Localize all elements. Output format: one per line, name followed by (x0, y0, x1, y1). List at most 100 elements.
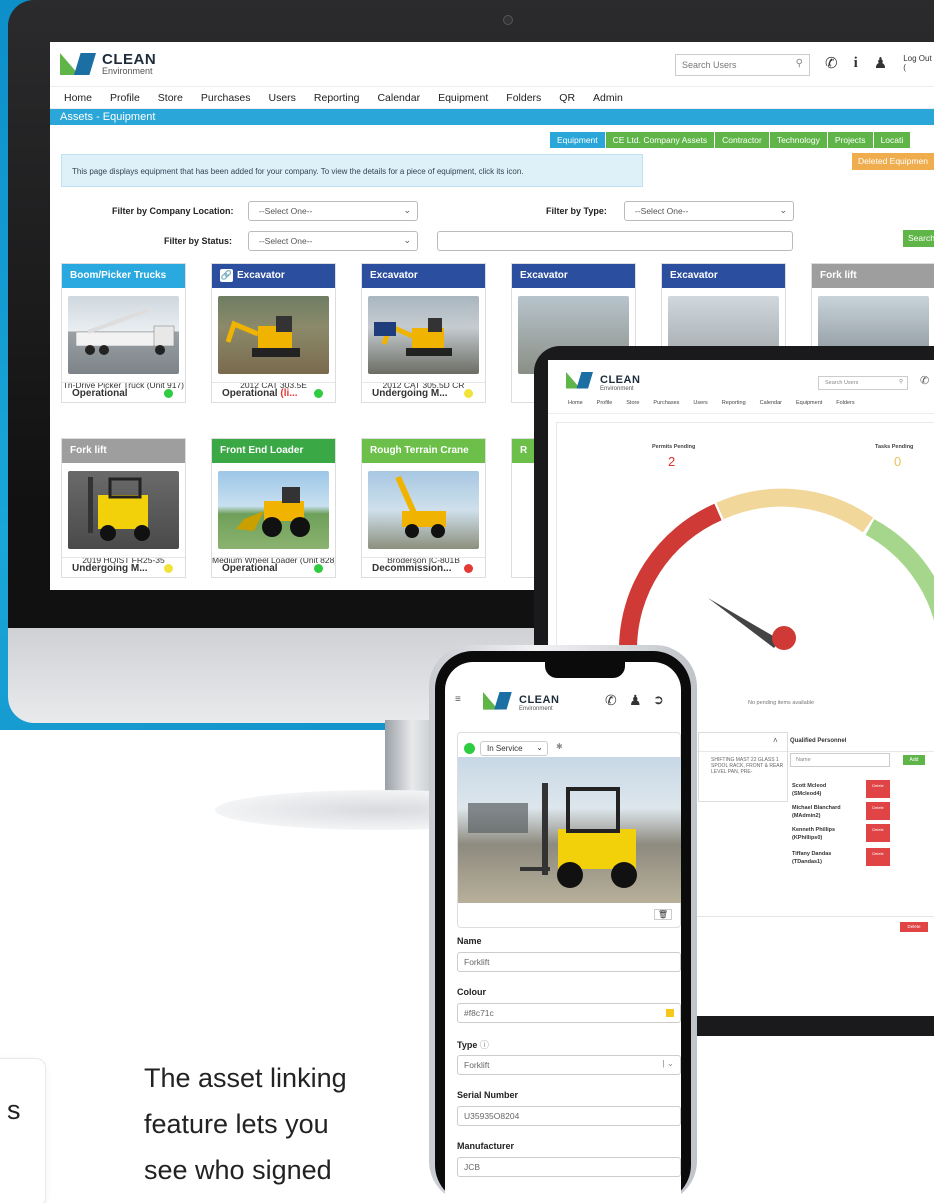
nav-profile[interactable]: Profile (110, 92, 140, 104)
name-input[interactable]: Name (790, 753, 890, 767)
settings-icon[interactable]: ✱ (556, 742, 563, 751)
user-icon[interactable]: ♟ (629, 692, 642, 709)
logo-title: CLEAN (600, 373, 641, 386)
nav-users[interactable]: Users (269, 92, 296, 104)
name-value: Forklift (464, 957, 490, 967)
equipment-card[interactable]: 🔗 Excavator 2012 CAT 303.5E Operational (… (211, 263, 336, 403)
name-input[interactable]: Forklift (457, 952, 681, 972)
colour-swatch[interactable] (666, 1009, 674, 1017)
nav-calendar[interactable]: Calendar (377, 92, 420, 104)
logout-icon[interactable]: ➲ (653, 692, 664, 708)
remove-personnel-button[interactable]: Delete (866, 848, 890, 866)
add-personnel-button[interactable]: Add (903, 755, 925, 765)
filter-location-select[interactable]: --Select One-- ⌄ (248, 201, 418, 221)
card-status: Undergoing M... (62, 557, 185, 579)
search-icon[interactable]: ⚲ (899, 379, 903, 385)
nav-reporting[interactable]: Reporting (314, 92, 360, 104)
status-dot-icon (314, 564, 323, 573)
search-icon[interactable]: ⚲ (796, 58, 803, 69)
tab-contractor[interactable]: Contractor (715, 132, 770, 148)
tab-locations[interactable]: Locati (873, 132, 912, 148)
info-icon[interactable]: i (854, 55, 858, 72)
nav-store[interactable]: Store (626, 400, 639, 413)
tablet-header: CLEAN Environment Search Users ⚲ ✆ (548, 360, 934, 400)
feature-caption: The asset linking feature lets you see w… (144, 1055, 347, 1193)
card-header: Boom/Picker Trucks (62, 264, 185, 288)
search-users-input[interactable]: Search Users ⚲ (675, 54, 810, 76)
clean-logo[interactable]: CLEAN Environment (60, 52, 156, 76)
nav-equipment[interactable]: Equipment (796, 400, 822, 413)
status-dot-icon (464, 743, 475, 754)
card-status: Operational (62, 382, 185, 404)
remove-personnel-button[interactable]: Delete (866, 802, 890, 820)
phone-icon[interactable]: ✆ (825, 54, 838, 72)
nav-admin[interactable]: Admin (593, 92, 623, 104)
nav-home[interactable]: Home (568, 400, 583, 413)
search-button[interactable]: Search (903, 230, 934, 247)
type-select[interactable]: Forklift | ⌄ (457, 1055, 681, 1075)
logout-link[interactable]: Log Out ( (903, 54, 934, 72)
delete-button[interactable]: Delete (900, 922, 928, 932)
equipment-card[interactable]: Front End Loader Medium Wheel Loader (Un… (211, 438, 336, 578)
select-value: --Select One-- (635, 206, 689, 216)
nav-purchases[interactable]: Purchases (653, 400, 679, 413)
search-users-input[interactable]: Search Users ⚲ (818, 376, 908, 390)
delete-image-icon[interactable]: 🗑 (653, 909, 672, 920)
status-dot-icon (464, 389, 473, 398)
nav-profile[interactable]: Profile (597, 400, 613, 413)
clean-logo[interactable]: CLEAN Environment (566, 372, 640, 394)
nav-users[interactable]: Users (693, 400, 707, 413)
caption-line: The asset linking (144, 1063, 347, 1093)
equipment-card[interactable]: Boom/Picker Trucks Tri-Drive Picker Truc… (61, 263, 186, 403)
type-value: Forklift (464, 1060, 490, 1070)
phone-icon[interactable]: ✆ (920, 374, 929, 387)
nav-home[interactable]: Home (64, 92, 92, 104)
excavator-icon (225, 316, 300, 357)
nav-purchases[interactable]: Purchases (201, 92, 251, 104)
user-icon[interactable]: ♟ (874, 54, 887, 72)
tablet-nav: Home Profile Store Purchases Users Repor… (548, 400, 934, 414)
hamburger-menu-icon[interactable]: ≡ (455, 694, 461, 705)
tab-technology[interactable]: Technology (769, 132, 828, 148)
nav-reporting[interactable]: Reporting (722, 400, 746, 413)
tasks-pending-label: Tasks Pending (875, 444, 914, 450)
logo-title: CLEAN (102, 51, 157, 68)
link-icon[interactable]: 🔗 (220, 268, 233, 282)
nav-folders[interactable]: Folders (506, 92, 541, 104)
permits-pending-label: Permits Pending (652, 444, 696, 450)
tab-company-assets[interactable]: CE Ltd. Company Assets (605, 132, 716, 148)
equipment-card[interactable]: Excavator 2012 CAT 305.5D CR Undergoing … (361, 263, 486, 403)
card-header: Fork lift (812, 264, 934, 288)
filter-type-select[interactable]: --Select One-- ⌄ (624, 201, 794, 221)
clean-logo[interactable]: CLEAN Environment (483, 692, 559, 714)
tab-equipment[interactable]: Equipment (550, 132, 606, 148)
filter-keyword-input[interactable] (437, 231, 793, 251)
wheel-loader-icon (236, 487, 310, 537)
card-header: Fork lift (62, 439, 185, 463)
equipment-card[interactable]: Rough Terrain Crane Broderson IC-801B De… (361, 438, 486, 578)
breadcrumb: Assets - Equipment (50, 109, 934, 125)
chevron-up-icon[interactable]: ˄ (773, 736, 778, 745)
nav-store[interactable]: Store (158, 92, 183, 104)
card-header: Rough Terrain Crane (362, 439, 485, 463)
filter-status-select[interactable]: --Select One-- ⌄ (248, 231, 418, 251)
caption-line: feature lets you (144, 1109, 329, 1139)
manufacturer-input[interactable]: JCB (457, 1157, 681, 1177)
equipment-card[interactable]: Fork lift 2019 HOIST FR25-35 Undergoing … (61, 438, 186, 578)
info-icon[interactable]: ⓘ (480, 1040, 489, 1050)
remove-personnel-button[interactable]: Delete (866, 824, 890, 842)
nav-equipment[interactable]: Equipment (438, 92, 488, 104)
field-label-manufacturer: Manufacturer (457, 1141, 515, 1151)
deleted-equipment-button[interactable]: Deleted Equipmen (852, 153, 934, 170)
nav-qr[interactable]: QR (559, 92, 575, 104)
status-select[interactable]: In Service ⌄ (480, 741, 548, 756)
nav-calendar[interactable]: Calendar (760, 400, 782, 413)
forklift-icon (88, 477, 150, 541)
phone-icon[interactable]: ✆ (605, 692, 617, 709)
nav-folders[interactable]: Folders (836, 400, 854, 413)
colour-input[interactable]: #f8c71c (457, 1003, 681, 1023)
tab-projects[interactable]: Projects (827, 132, 874, 148)
serial-number-input[interactable]: U35935O8204 (457, 1106, 681, 1126)
remove-personnel-button[interactable]: Delete (866, 780, 890, 798)
status-dot-icon (314, 389, 323, 398)
